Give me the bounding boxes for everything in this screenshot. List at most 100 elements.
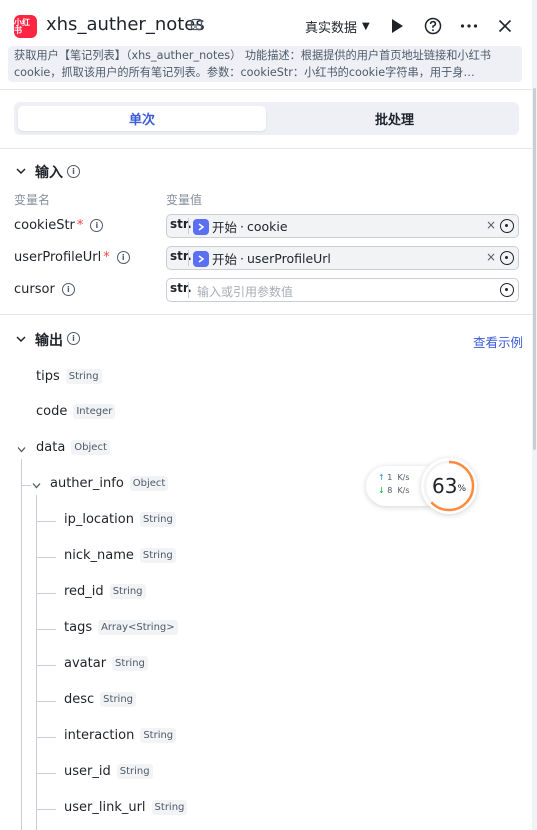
- info-icon[interactable]: i: [67, 332, 80, 345]
- tab-batch[interactable]: 批处理: [274, 106, 515, 131]
- arrow-down-icon: ↓: [378, 486, 385, 495]
- edit-icon[interactable]: [190, 18, 203, 31]
- tree-guide-line: [36, 593, 56, 594]
- var-label-userprofileurl: userProfileUrl * i: [14, 250, 130, 265]
- type-badge: Object: [129, 476, 169, 491]
- tree-guide-line: [36, 629, 56, 630]
- help-icon: [424, 17, 442, 35]
- data-mode-label: 真实数据: [305, 21, 358, 36]
- var-name: cursor: [14, 282, 55, 297]
- tree-guide-line: [36, 521, 56, 522]
- output-field-red-id: red_id String: [64, 584, 146, 599]
- run-button[interactable]: [386, 14, 408, 38]
- divider: [0, 89, 532, 90]
- required-mark: *: [103, 250, 110, 265]
- output-field-avatar: avatar String: [64, 656, 148, 671]
- var-label-cursor: cursor i: [14, 282, 75, 297]
- close-button[interactable]: [494, 14, 516, 38]
- data-mode-select[interactable]: 真实数据 ▼: [305, 17, 370, 36]
- var-name: userProfileUrl: [14, 250, 102, 265]
- tree-guide-line: [36, 809, 56, 810]
- field-name: nick_name: [64, 548, 134, 563]
- type-badge: String: [109, 584, 146, 599]
- divider: [188, 250, 189, 266]
- userprofileurl-input[interactable]: str. 开始 · userProfileUrl ×: [166, 246, 519, 270]
- var-name: cookieStr: [14, 218, 75, 233]
- field-name: avatar: [64, 656, 107, 671]
- help-button[interactable]: [422, 14, 444, 38]
- clear-icon[interactable]: ×: [486, 218, 496, 232]
- tree-guide-line: [36, 773, 56, 774]
- arrow-up-icon: ↑: [378, 473, 385, 482]
- more-button[interactable]: [458, 14, 480, 38]
- field-name: auther_info: [50, 476, 124, 491]
- field-name: code: [36, 404, 68, 419]
- divider: [188, 282, 189, 298]
- required-mark: *: [76, 218, 84, 233]
- view-example-link[interactable]: 查看示例: [473, 332, 523, 351]
- type-badge: String: [65, 369, 102, 384]
- input-placeholder: 输入或引用参数值: [197, 285, 294, 299]
- more-icon: [460, 24, 478, 28]
- start-node-icon: [193, 218, 209, 235]
- output-section-title: 输出: [35, 333, 63, 349]
- tree-guide-line: [36, 495, 37, 830]
- field-name: data: [36, 440, 66, 455]
- tree-guide-line: [36, 665, 56, 666]
- start-node-icon: [193, 250, 209, 267]
- tree-guide-line: [21, 485, 31, 486]
- info-icon[interactable]: i: [90, 219, 104, 232]
- type-badge: String: [112, 656, 148, 671]
- type-badge: String: [100, 692, 137, 707]
- input-section-title: 输入: [35, 165, 63, 181]
- clear-icon[interactable]: ×: [486, 250, 496, 264]
- tab-single[interactable]: 单次: [18, 106, 266, 131]
- tree-guide-line: [36, 737, 56, 738]
- info-icon[interactable]: i: [61, 283, 75, 296]
- field-name: red_id: [64, 584, 104, 599]
- type-badge: String: [139, 512, 176, 527]
- node-title: xhs_auther_notes: [46, 14, 205, 35]
- field-name: ip_location: [64, 512, 134, 527]
- output-field-code: code Integer: [36, 404, 116, 419]
- output-field-auther-info: auther_info Object: [50, 476, 169, 491]
- info-icon[interactable]: i: [67, 165, 80, 178]
- type-badge: String: [140, 728, 177, 743]
- ref-dot: ·: [240, 251, 244, 266]
- cookiestr-input[interactable]: str. 开始 · cookie ×: [166, 214, 519, 238]
- output-field-ip-location: ip_location String: [64, 512, 176, 527]
- column-header-value: 变量值: [166, 193, 203, 207]
- target-icon[interactable]: [500, 283, 514, 297]
- info-icon[interactable]: i: [116, 251, 130, 264]
- target-icon[interactable]: [500, 251, 514, 265]
- cursor-input[interactable]: str. 输入或引用参数值: [166, 278, 519, 302]
- run-mode-tabs: 单次 批处理: [14, 102, 519, 135]
- divider: [188, 218, 189, 234]
- field-name: user_id: [64, 764, 111, 779]
- reference-chip[interactable]: 开始 · userProfileUrl: [193, 250, 331, 267]
- scrollbar-thumb[interactable]: [533, 88, 536, 450]
- column-header-name: 变量名: [14, 193, 51, 207]
- chevron-down-icon[interactable]: [31, 480, 42, 491]
- play-icon: [392, 19, 403, 33]
- chevron-down-icon[interactable]: [15, 333, 27, 345]
- field-name: interaction: [64, 728, 135, 743]
- usage-percent: 63%: [431, 474, 466, 498]
- node-description: 获取用户【笔记列表】（xhs_auther_notes） 功能描述：根据提供的用…: [8, 46, 522, 82]
- var-label-cookiestr: cookieStr * i: [14, 218, 104, 233]
- output-field-user-link-url: user_link_url String: [64, 800, 188, 815]
- chevron-down-icon[interactable]: [16, 444, 27, 455]
- tree-guide-line: [21, 459, 22, 830]
- output-field-data: data Object: [36, 440, 110, 455]
- divider: [0, 314, 532, 315]
- chevron-down-icon[interactable]: [15, 165, 27, 177]
- ref-field: cookie: [247, 219, 288, 234]
- close-icon: [498, 19, 512, 33]
- output-field-tips: tips String: [36, 369, 102, 384]
- reference-chip[interactable]: 开始 · cookie: [193, 218, 288, 235]
- tree-guide-line: [36, 557, 56, 558]
- output-field-interaction: interaction String: [64, 728, 177, 743]
- type-badge: Array<String>: [98, 620, 178, 635]
- field-name: tags: [64, 620, 93, 635]
- target-icon[interactable]: [500, 219, 514, 233]
